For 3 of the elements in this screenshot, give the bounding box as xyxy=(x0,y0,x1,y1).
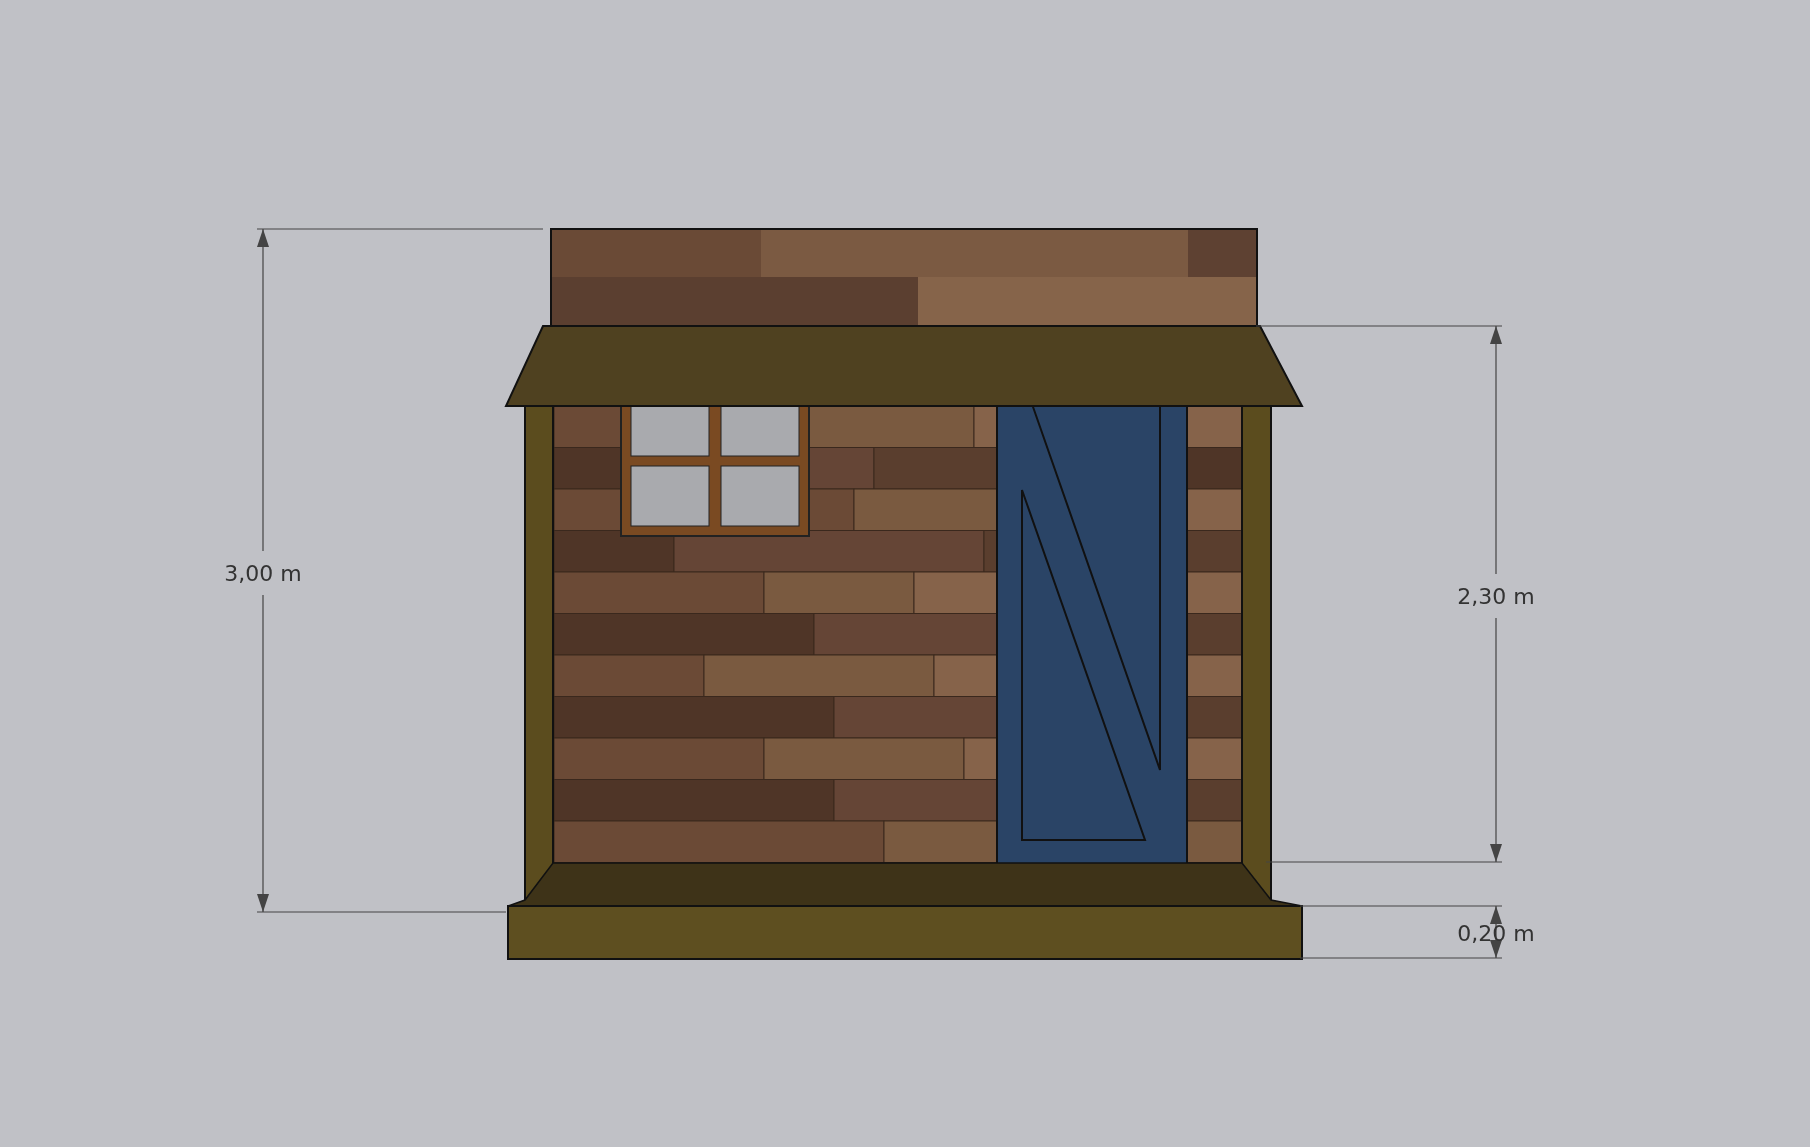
dimension-label: 0,20 m xyxy=(1457,921,1535,946)
dimension-label: 3,00 m xyxy=(224,561,302,586)
dimension-label: 2,30 m xyxy=(1457,584,1535,609)
